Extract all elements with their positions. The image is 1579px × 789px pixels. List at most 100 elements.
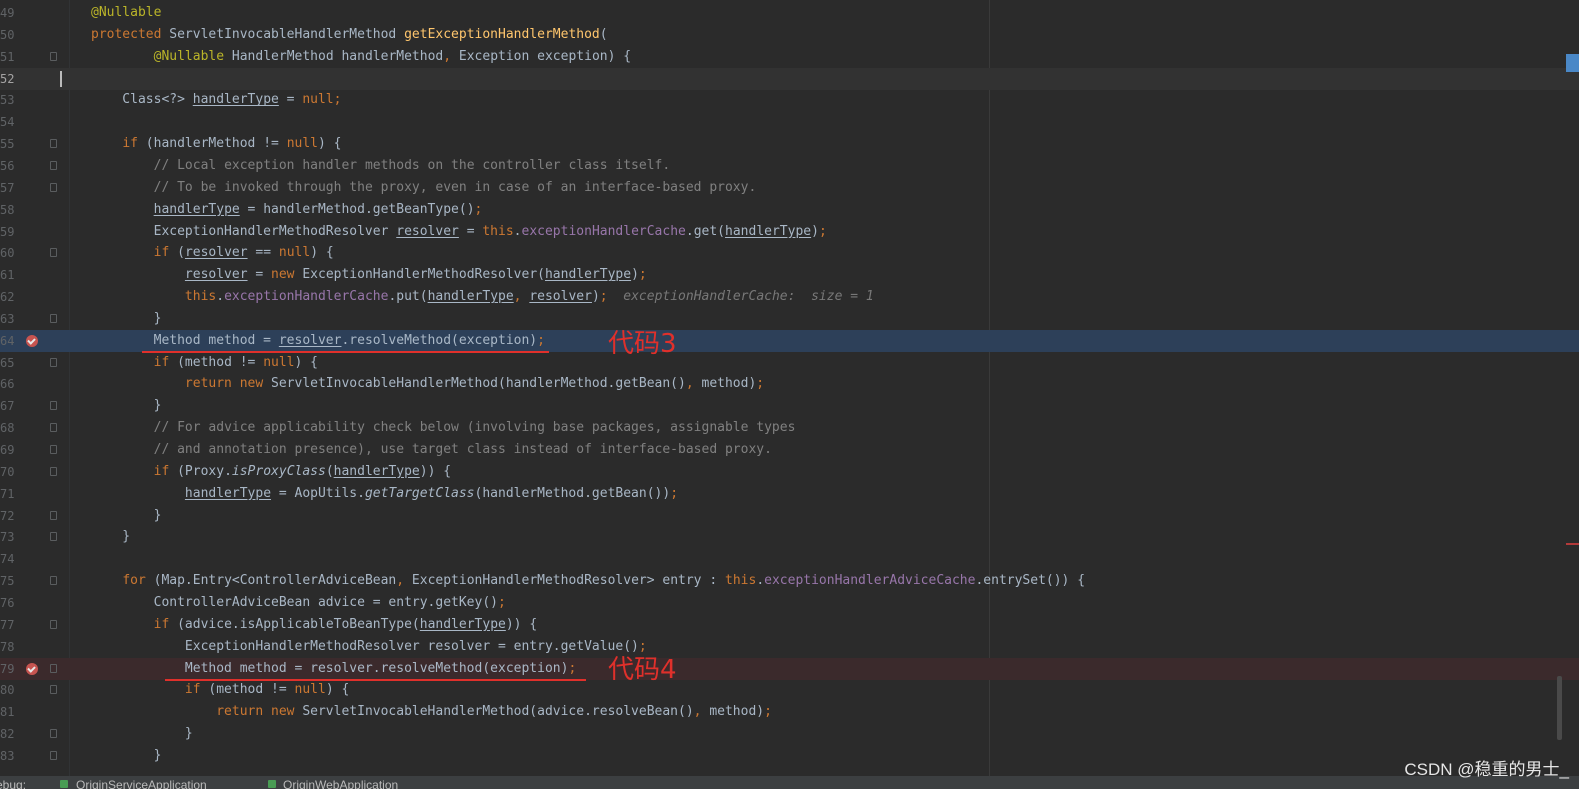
- fold-marker-icon[interactable]: [50, 248, 57, 258]
- code-line[interactable]: 77 if (advice.isApplicableToBeanType(han…: [0, 614, 1579, 636]
- debug-tab-origin-service[interactable]: OriginServiceApplication: [76, 778, 207, 789]
- line-number[interactable]: 52: [0, 68, 14, 90]
- line-number[interactable]: 53: [0, 89, 14, 111]
- code-line[interactable]: 80 if (method != null) {: [0, 679, 1579, 701]
- code-line[interactable]: 68 // For advice applicability check bel…: [0, 417, 1579, 439]
- code-line[interactable]: 69 // and annotation presence), use targ…: [0, 439, 1579, 461]
- line-number[interactable]: 67: [0, 395, 14, 417]
- fold-marker-icon[interactable]: [50, 750, 57, 760]
- code-line[interactable]: 74: [0, 548, 1579, 570]
- fold-marker-icon[interactable]: [50, 357, 57, 367]
- code-line[interactable]: 49 @Nullable: [0, 2, 1579, 24]
- code-line[interactable]: 78 ExceptionHandlerMethodResolver resolv…: [0, 636, 1579, 658]
- fold-marker-icon[interactable]: [50, 313, 57, 323]
- line-number[interactable]: 69: [0, 439, 14, 461]
- line-number[interactable]: 63: [0, 308, 14, 330]
- fold-marker-icon[interactable]: [50, 532, 57, 542]
- line-number[interactable]: 58: [0, 199, 14, 221]
- fold-marker-icon[interactable]: [50, 466, 57, 476]
- line-number[interactable]: 74: [0, 548, 14, 570]
- fold-marker-icon[interactable]: [50, 401, 57, 411]
- code-line[interactable]: 71 handlerType = AopUtils.getTargetClass…: [0, 483, 1579, 505]
- line-number[interactable]: 77: [0, 614, 14, 636]
- code-line[interactable]: 61 resolver = new ExceptionHandlerMethod…: [0, 264, 1579, 286]
- line-number[interactable]: 60: [0, 242, 14, 264]
- line-number[interactable]: 79: [0, 658, 14, 680]
- code-token: if: [153, 245, 178, 261]
- code-line[interactable]: 60 if (resolver == null) {: [0, 242, 1579, 264]
- code-line[interactable]: 53 Class<?> handlerType = null;: [0, 89, 1579, 111]
- debug-tab-origin-web[interactable]: OriginWebApplication: [283, 778, 398, 789]
- fold-marker-icon[interactable]: [50, 182, 57, 192]
- code-line[interactable]: 79 Method method = resolver.resolveMetho…: [0, 657, 1579, 680]
- line-number[interactable]: 64: [0, 330, 14, 352]
- line-number[interactable]: 62: [0, 286, 14, 308]
- line-number[interactable]: 81: [0, 701, 14, 723]
- line-number[interactable]: 55: [0, 133, 14, 155]
- line-number[interactable]: 59: [0, 221, 14, 243]
- line-number[interactable]: 56: [0, 155, 14, 177]
- line-number[interactable]: 57: [0, 177, 14, 199]
- fold-marker-icon[interactable]: [50, 663, 57, 673]
- line-number[interactable]: 71: [0, 483, 14, 505]
- code-line[interactable]: 55 if (handlerMethod != null) {: [0, 133, 1579, 155]
- fold-marker-icon[interactable]: [50, 139, 57, 149]
- line-number[interactable]: 68: [0, 417, 14, 439]
- code-token: this: [482, 223, 514, 239]
- code-line[interactable]: 59 ExceptionHandlerMethodResolver resolv…: [0, 221, 1579, 243]
- code-line[interactable]: 72 }: [0, 505, 1579, 527]
- line-number[interactable]: 66: [0, 373, 14, 395]
- line-number[interactable]: 82: [0, 723, 14, 745]
- fold-marker-icon[interactable]: [50, 576, 57, 586]
- line-number[interactable]: 80: [0, 679, 14, 701]
- scrollbar-marker-error[interactable]: [1566, 543, 1579, 545]
- code-line[interactable]: 67 }: [0, 395, 1579, 417]
- code-line[interactable]: 57 // To be invoked through the proxy, e…: [0, 177, 1579, 199]
- line-number[interactable]: 72: [0, 505, 14, 527]
- fold-marker-icon[interactable]: [50, 51, 57, 61]
- code-line[interactable]: 73 }: [0, 526, 1579, 548]
- line-number[interactable]: 78: [0, 636, 14, 658]
- fold-marker-icon[interactable]: [50, 510, 57, 520]
- breakpoint-icon[interactable]: [26, 662, 38, 675]
- line-number[interactable]: 50: [0, 24, 14, 46]
- code-line[interactable]: 81 return new ServletInvocableHandlerMet…: [0, 701, 1579, 723]
- line-number[interactable]: 65: [0, 352, 14, 374]
- vertical-scrollbar[interactable]: [1557, 676, 1562, 740]
- code-line[interactable]: 65 if (method != null) {: [0, 352, 1579, 374]
- code-line[interactable]: 64 Method method = resolver.resolveMetho…: [0, 329, 1579, 352]
- line-number[interactable]: 49: [0, 2, 14, 24]
- line-number[interactable]: 75: [0, 570, 14, 592]
- breakpoint-icon[interactable]: [26, 334, 38, 347]
- fold-marker-icon[interactable]: [50, 729, 57, 739]
- code-line[interactable]: 52: [0, 67, 1579, 90]
- line-number[interactable]: 61: [0, 264, 14, 286]
- code-line[interactable]: 58 handlerType = handlerMethod.getBeanTy…: [0, 199, 1579, 221]
- code-line[interactable]: 54: [0, 111, 1579, 133]
- line-number[interactable]: 51: [0, 46, 14, 68]
- fold-marker-icon[interactable]: [50, 423, 57, 433]
- fold-marker-icon[interactable]: [50, 445, 57, 454]
- line-number[interactable]: 83: [0, 745, 14, 767]
- fold-marker-icon[interactable]: [50, 619, 57, 629]
- code-line[interactable]: 75 for (Map.Entry<ControllerAdviceBean, …: [0, 570, 1579, 592]
- code-line[interactable]: 62 this.exceptionHandlerCache.put(handle…: [0, 286, 1579, 308]
- line-number[interactable]: 70: [0, 461, 14, 483]
- code-line[interactable]: 50 protected ServletInvocableHandlerMetho…: [0, 24, 1579, 46]
- line-number[interactable]: 73: [0, 526, 14, 548]
- line-number[interactable]: 54: [0, 111, 14, 133]
- code-editor[interactable]: 49 @Nullable 50 protected ServletInvocableH…: [0, 0, 1579, 776]
- code-token: .: [216, 289, 225, 305]
- line-number[interactable]: 76: [0, 592, 14, 614]
- scrollbar-marker-current[interactable]: [1566, 54, 1579, 72]
- code-line[interactable]: 76 ControllerAdviceBean advice = entry.g…: [0, 592, 1579, 614]
- code-line[interactable]: 83 }: [0, 745, 1579, 767]
- code-line[interactable]: 82 }: [0, 723, 1579, 745]
- code-line[interactable]: 66 return new ServletInvocableHandlerMet…: [0, 373, 1579, 395]
- code-line[interactable]: 51 @Nullable HandlerMethod handlerMethod…: [0, 46, 1579, 68]
- code-line[interactable]: 56 // Local exception handler methods on…: [0, 155, 1579, 177]
- fold-marker-icon[interactable]: [50, 160, 57, 170]
- code-line[interactable]: 70 if (Proxy.isProxyClass(handlerType)) …: [0, 461, 1579, 483]
- code-line[interactable]: 63 }: [0, 308, 1579, 330]
- fold-marker-icon[interactable]: [50, 685, 57, 695]
